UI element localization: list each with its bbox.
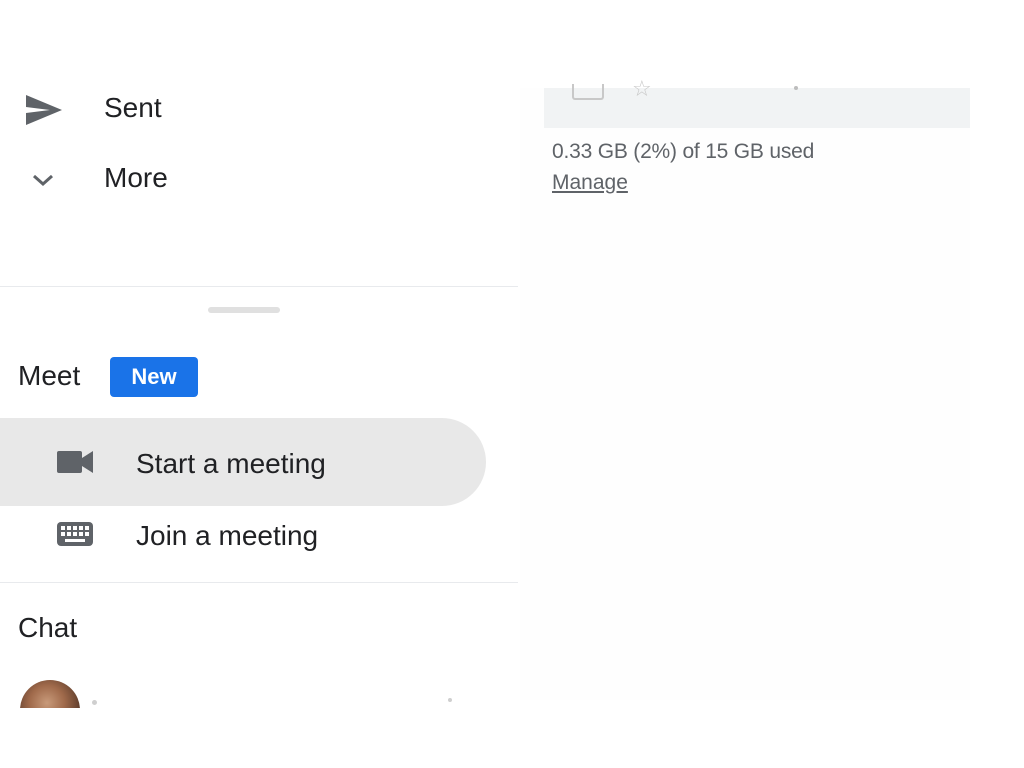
avatar-image <box>20 680 80 708</box>
mail-toolbar: ☆ <box>544 78 970 128</box>
sidebar-item-sent[interactable]: Sent <box>0 82 480 138</box>
sidebar: Sent More Meet New Start a meeting Join … <box>0 88 520 708</box>
send-icon <box>22 92 66 128</box>
chat-contact-text-fragment <box>92 700 97 705</box>
resize-handle[interactable] <box>208 307 280 313</box>
toolbar-dot <box>794 86 798 90</box>
new-badge: New <box>110 357 198 397</box>
section-divider <box>0 286 518 287</box>
start-meeting-label: Start a meeting <box>136 448 326 479</box>
storage-usage: 0.33 GB (2%) of 15 GB used <box>552 140 815 163</box>
join-meeting-button[interactable]: Join a meeting <box>0 490 486 578</box>
main-content: ☆ 0.33 GB (2%) of 15 GB used Manage <box>520 78 970 700</box>
keyboard-icon <box>56 520 94 548</box>
avatar[interactable] <box>16 678 82 708</box>
sidebar-item-more[interactable]: More <box>0 152 480 208</box>
meet-section-title: Meet <box>18 360 81 391</box>
chat-contact-status-fragment <box>448 698 452 702</box>
sidebar-item-label: Sent <box>104 92 162 123</box>
sidebar-item-label: More <box>104 162 168 193</box>
manage-storage-link[interactable]: Manage <box>552 171 628 195</box>
video-camera-icon <box>56 448 94 476</box>
section-divider <box>0 582 518 583</box>
checkbox-icon[interactable] <box>572 84 604 100</box>
star-icon[interactable]: ☆ <box>632 78 652 100</box>
chevron-down-icon <box>28 166 58 194</box>
join-meeting-label: Join a meeting <box>136 520 319 551</box>
chat-section-title: Chat <box>18 612 78 643</box>
top-strip <box>0 0 1024 88</box>
gmail-window: ☆ 0.33 GB (2%) of 15 GB used Manage Sent… <box>0 0 1024 768</box>
